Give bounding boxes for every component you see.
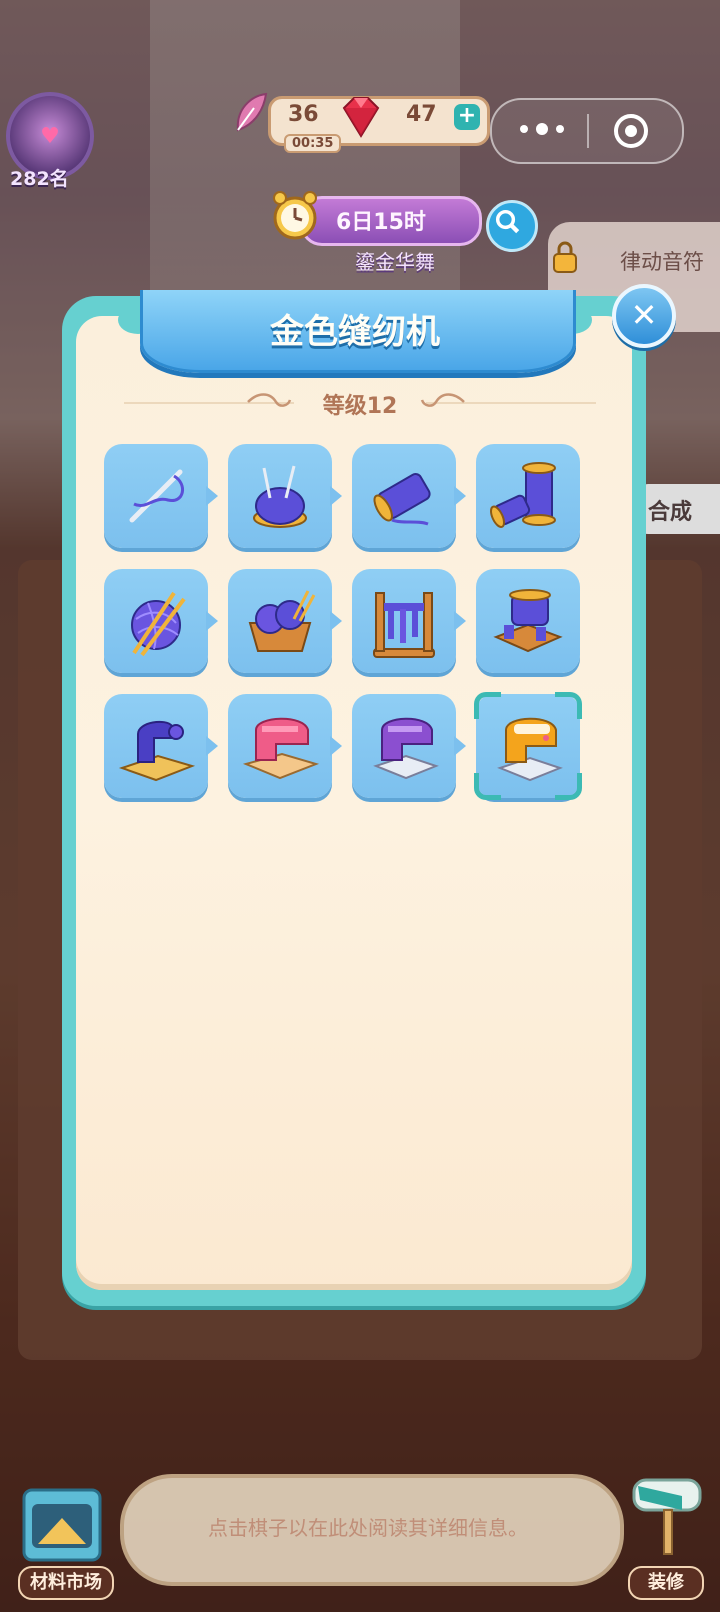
chain-item-11[interactable] [352, 694, 466, 798]
vintage-sewing-machine-icon [118, 720, 196, 782]
chain-arrow [330, 611, 342, 631]
ruby-gem-icon [342, 97, 380, 138]
energy-feather-icon [236, 92, 268, 132]
chain-arrow [454, 611, 466, 631]
material-market-icon[interactable] [14, 1474, 110, 1574]
chain-arrow [330, 736, 342, 756]
close-button[interactable]: ✕ [612, 284, 676, 348]
pincushion-icon [253, 465, 307, 528]
double-spool-icon [490, 462, 556, 528]
energy-timer: 00:35 [284, 134, 342, 153]
chain-item-2[interactable] [228, 444, 342, 548]
miniprogram-capsule [490, 98, 684, 164]
merge-label: 合成 [648, 500, 693, 525]
dialog-title: 金色缝纫机 [270, 312, 440, 352]
chain-item-3[interactable] [352, 444, 466, 548]
thread-spool-icon [373, 473, 431, 526]
gem-value: 47 [406, 102, 437, 127]
swirl-ornament-left-icon [247, 393, 292, 407]
chain-arrow [454, 486, 466, 506]
chain-item-9[interactable] [104, 694, 218, 798]
event-timer: 6日15时 [336, 210, 426, 235]
add-gems-button[interactable]: + [454, 104, 480, 130]
needle-thread-icon [129, 469, 184, 523]
selection-corner [555, 692, 582, 719]
decorate-label[interactable]: 装修 [628, 1566, 704, 1600]
chain-item-1[interactable] [104, 444, 218, 548]
selection-corner [474, 773, 501, 800]
rank-label: 282名 [10, 168, 69, 190]
chain-arrow [206, 486, 218, 506]
chain-arrow [454, 736, 466, 756]
yarn-ball-icon [131, 591, 186, 657]
purple-sewing-machine-icon [373, 717, 439, 780]
chain-item-10[interactable] [228, 694, 342, 798]
chain-arrow [206, 611, 218, 631]
heart-icon: ♥ [40, 124, 60, 149]
chain-item-5[interactable] [104, 569, 218, 673]
chain-item-6[interactable] [228, 569, 342, 673]
more-dots-icon[interactable] [514, 116, 574, 142]
thread-rack-icon [373, 592, 435, 658]
chain-item-12-selected[interactable] [474, 692, 582, 800]
paint-roller-icon[interactable] [620, 1470, 710, 1570]
chain-item-8[interactable] [476, 569, 580, 673]
swirl-ornament-right-icon [420, 393, 465, 407]
lock-icon [553, 241, 577, 273]
search-button[interactable] [486, 200, 538, 252]
item-info-hint: 点击棋子以在此处阅读其详细信息。 [208, 1516, 528, 1540]
material-market-label[interactable]: 材料市场 [18, 1566, 114, 1600]
side-event-label: 律动音符 [620, 250, 704, 274]
chain-arrow [206, 736, 218, 756]
energy-value: 36 [288, 102, 319, 127]
chain-item-4[interactable] [476, 444, 580, 548]
selection-corner [555, 773, 582, 800]
event-name: 鎏金华舞 [355, 250, 435, 274]
close-miniprogram-icon[interactable] [612, 112, 650, 150]
chain-arrow [330, 486, 342, 506]
item-level: 等级12 [322, 394, 398, 419]
pink-sewing-machine-icon [242, 717, 320, 780]
magnifier-icon [495, 209, 520, 234]
capsule-divider [587, 114, 589, 148]
selection-corner [474, 692, 501, 719]
chain-item-7[interactable] [352, 569, 466, 673]
spool-winder-icon [493, 589, 563, 653]
alarm-clock-icon [273, 191, 317, 240]
yarn-basket-icon [248, 590, 316, 652]
